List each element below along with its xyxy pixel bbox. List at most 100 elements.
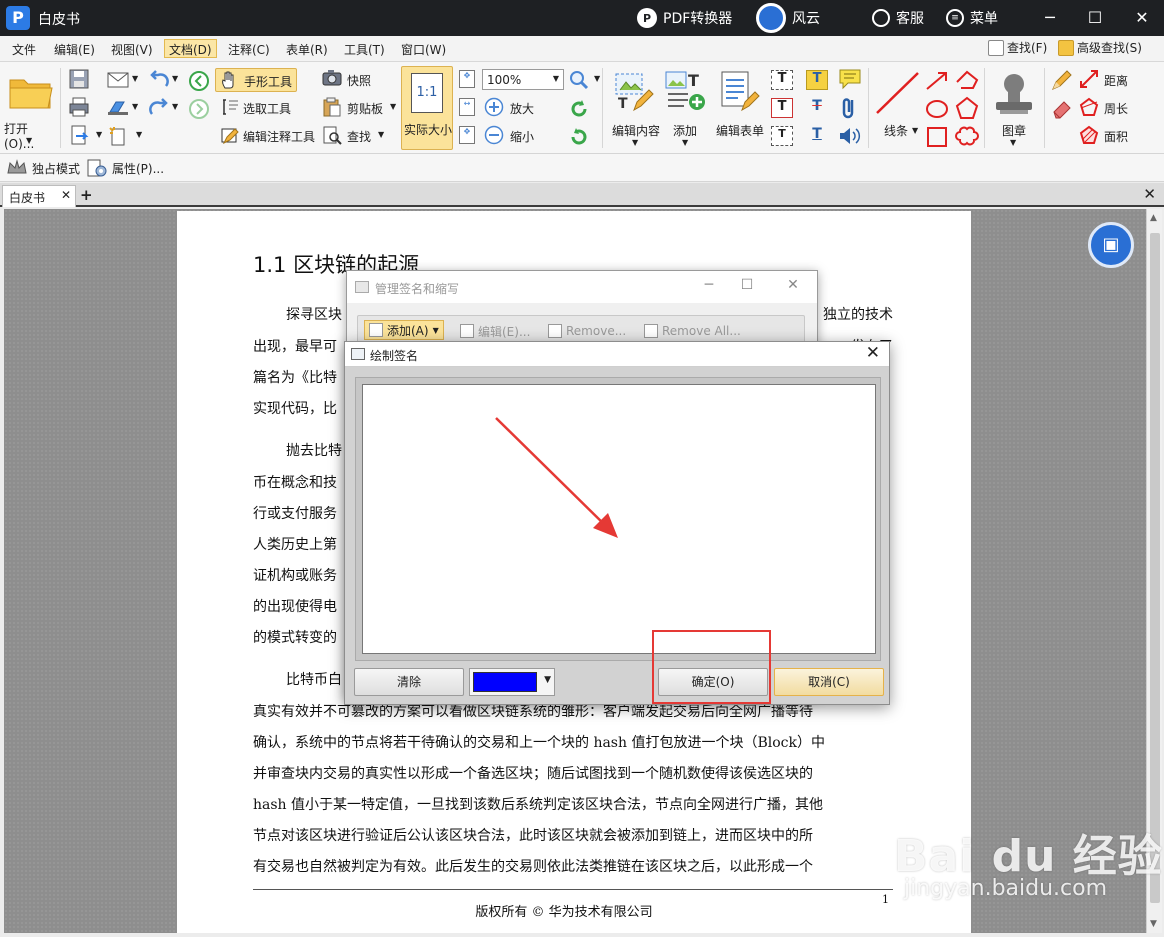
stamp-button[interactable]: 图章 ▼ [988, 66, 1040, 150]
tab-document[interactable]: 白皮书 ✕ [2, 185, 76, 207]
sound-icon[interactable] [838, 126, 862, 146]
typewriter-icon[interactable]: T [771, 126, 793, 146]
new-tab-icon[interactable]: + [80, 186, 93, 204]
find-tool-button[interactable]: 查找 ▼ [322, 124, 392, 148]
scroll-up-icon[interactable]: ▲ [1150, 213, 1157, 223]
customer-service-button[interactable]: 客服 [872, 6, 924, 30]
cloud-shape-icon[interactable] [954, 124, 980, 148]
pen-color-select[interactable]: ▼ [469, 668, 555, 696]
text-box-icon[interactable]: T [771, 70, 793, 90]
forward-icon[interactable] [188, 98, 210, 120]
clipboard-button[interactable]: 剪贴板 ▼ [322, 96, 398, 120]
new-document-icon[interactable] [106, 126, 130, 146]
floating-convert-icon[interactable]: ▣ [1088, 222, 1134, 268]
polygon-shape-icon[interactable] [954, 96, 980, 120]
fit-visible-icon[interactable]: ✥ [459, 126, 475, 144]
remove-all-signatures-button[interactable]: Remove All... [640, 321, 745, 341]
area-button[interactable]: 面积 [1078, 124, 1158, 148]
new-dropdown-icon[interactable]: ▼ [136, 130, 142, 139]
rectangle-shape-icon[interactable] [924, 126, 950, 148]
menu-file[interactable]: 文件 [8, 40, 40, 59]
export-dropdown-icon[interactable]: ▼ [96, 130, 102, 139]
menu-edit[interactable]: 编辑(E) [50, 40, 99, 59]
remove-signature-button[interactable]: Remove... [544, 321, 630, 341]
menu-tools[interactable]: 工具(T) [340, 40, 389, 59]
magnifier-dropdown-icon[interactable]: ▼ [594, 74, 600, 83]
menu-comment[interactable]: 注释(C) [224, 40, 274, 59]
export-icon[interactable] [68, 124, 90, 146]
polyline-shape-icon[interactable] [954, 68, 980, 92]
main-menu-button[interactable]: ≡ 菜单 [946, 6, 998, 30]
exclusive-mode-button[interactable]: 独占模式 [6, 158, 82, 178]
highlight-text-icon[interactable]: T [806, 70, 828, 90]
select-tool-button[interactable]: 选取工具 [220, 96, 300, 120]
menu-view[interactable]: 视图(V) [107, 40, 157, 59]
eraser-icon[interactable] [1050, 96, 1074, 120]
underline-text-icon[interactable]: T [806, 126, 828, 146]
minimize-button[interactable]: ─ [1036, 5, 1064, 31]
zoom-select[interactable]: 100% ▼ [482, 69, 564, 90]
fit-page-icon[interactable]: ✥ [459, 70, 475, 88]
rotate-left-icon[interactable] [568, 98, 590, 120]
print-icon[interactable] [68, 96, 90, 118]
scroll-down-icon[interactable]: ▼ [1150, 919, 1157, 929]
scan-dropdown-icon[interactable]: ▼ [132, 102, 138, 111]
email-dropdown-icon[interactable]: ▼ [132, 74, 138, 83]
zoom-in-button[interactable]: 放大 [482, 96, 542, 120]
add-content-button[interactable]: T 添加 ▼ [662, 66, 708, 150]
pencil-icon[interactable] [1050, 68, 1074, 92]
dialog-maximize-button[interactable]: ☐ [737, 277, 757, 293]
actual-size-button[interactable]: 1:1 实际大小 [401, 66, 453, 150]
zoom-in-label: 放大 [510, 102, 535, 116]
snapshot-button[interactable]: 快照 [322, 68, 392, 92]
clear-button[interactable]: 清除 [354, 668, 464, 696]
dialog-close-button[interactable]: ✕ [783, 277, 803, 293]
scan-icon[interactable] [106, 98, 130, 118]
ellipse-shape-icon[interactable] [924, 98, 950, 120]
find-button[interactable]: 查找(F) [988, 39, 1047, 56]
tab-close-icon[interactable]: ✕ [61, 188, 71, 202]
arrow-shape-icon[interactable] [924, 70, 950, 92]
maximize-button[interactable]: ☐ [1081, 5, 1109, 31]
user-account-button[interactable]: 风云 [756, 3, 820, 33]
perimeter-button[interactable]: 周长 [1078, 96, 1158, 120]
app-title: 白皮书 [38, 12, 80, 28]
magnifier-icon[interactable] [568, 69, 590, 91]
save-icon[interactable] [68, 68, 90, 90]
strikeout-text-icon[interactable]: T [806, 98, 828, 118]
dialog-minimize-button[interactable]: ─ [699, 277, 719, 293]
edit-signature-button[interactable]: 编辑(E)... [456, 321, 534, 341]
add-signature-button[interactable]: 添加(A) ▼ [364, 320, 444, 340]
redo-dropdown-icon[interactable]: ▼ [172, 102, 178, 111]
fit-width-icon[interactable]: ↔ [459, 98, 475, 116]
advanced-find-button[interactable]: 高级查找(S) [1058, 39, 1142, 56]
pdf-converter-button[interactable]: P PDF转换器 [637, 6, 732, 30]
edit-content-button[interactable]: T 编辑内容 ▼ [606, 66, 662, 150]
edit-annotation-tool-button[interactable]: 编辑注释工具 [220, 124, 320, 148]
callout-icon[interactable]: T [771, 98, 793, 118]
draw-dialog-close-icon[interactable]: ✕ [866, 343, 880, 363]
attachment-icon[interactable] [840, 96, 860, 120]
email-icon[interactable] [106, 70, 130, 90]
scroll-thumb[interactable] [1150, 233, 1160, 903]
open-button[interactable]: 打开(O)... ▼ [4, 68, 56, 151]
remove-all-icon [644, 324, 658, 338]
cancel-button[interactable]: 取消(C) [774, 668, 884, 696]
back-icon[interactable] [188, 70, 210, 92]
properties-button[interactable]: 属性(P)... [86, 158, 166, 178]
menu-document[interactable]: 文档(D) [164, 39, 217, 58]
line-tool-button[interactable]: 线条 ▼ [872, 66, 920, 150]
close-button[interactable]: ✕ [1128, 5, 1156, 31]
zoom-out-button[interactable]: 缩小 [482, 124, 542, 148]
undo-icon[interactable] [148, 70, 170, 90]
distance-button[interactable]: 距离 [1078, 68, 1158, 92]
hand-tool-button[interactable]: 手形工具 [215, 68, 297, 92]
menu-form[interactable]: 表单(R) [282, 40, 332, 59]
redo-icon[interactable] [148, 98, 170, 118]
edit-form-button[interactable]: 编辑表单 [710, 66, 768, 150]
undo-dropdown-icon[interactable]: ▼ [172, 74, 178, 83]
menu-window[interactable]: 窗口(W) [397, 40, 450, 59]
close-all-tabs-icon[interactable]: ✕ [1143, 185, 1156, 203]
note-icon[interactable] [838, 68, 862, 90]
rotate-right-icon[interactable] [568, 126, 590, 148]
